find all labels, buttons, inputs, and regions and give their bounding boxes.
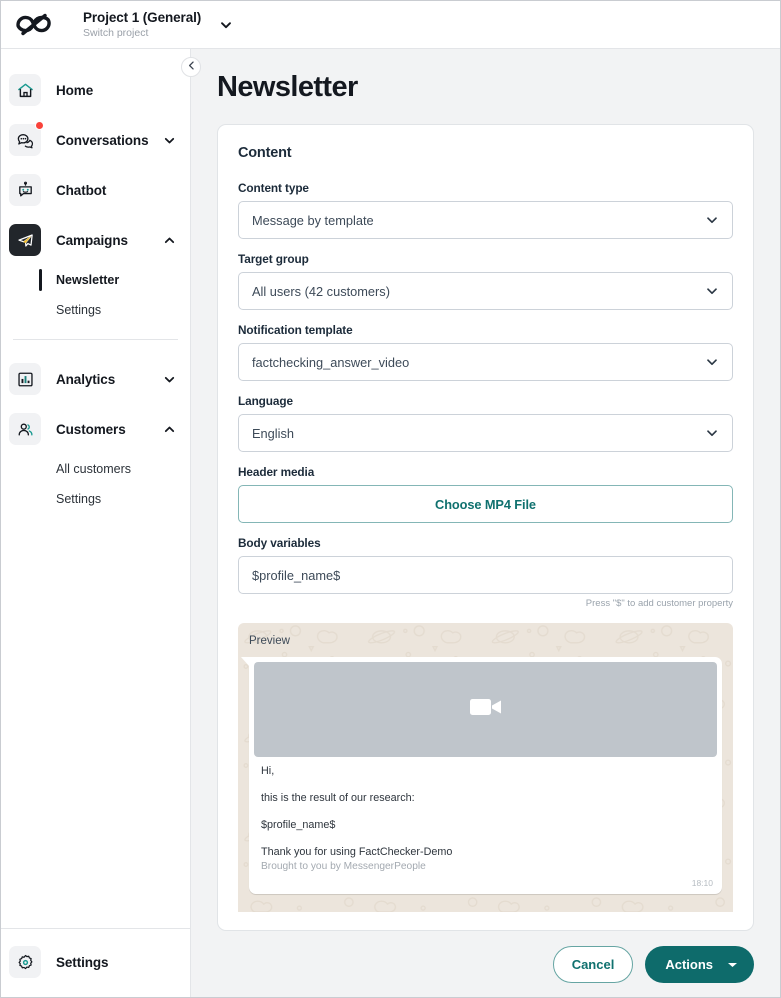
field-body-variables: Body variables Press "$" to add customer… — [238, 536, 733, 609]
sidebar: Home Conversations Chatbot Campaigns New… — [1, 49, 201, 997]
preview-line: Thank you for using FactChecker-Demo — [261, 846, 453, 858]
chevron-down-icon — [705, 213, 719, 227]
subnav-label: Settings — [56, 303, 102, 317]
field-label: Header media — [238, 465, 315, 479]
field-language: Language English — [238, 394, 733, 452]
field-target-group: Target group All users (42 customers) — [238, 252, 733, 310]
sidebar-item-label: Analytics — [56, 371, 116, 387]
sidebar-item-label: Conversations — [56, 132, 149, 148]
notification-template-select[interactable]: factchecking_answer_video — [238, 343, 733, 381]
actions-button-label: Actions — [665, 957, 713, 972]
chevron-up-icon[interactable] — [163, 234, 176, 247]
paper-plane-icon — [9, 224, 41, 256]
sidebar-item-label: Settings — [56, 954, 109, 970]
sidebar-item-label: Chatbot — [56, 182, 107, 198]
preview-label: Preview — [249, 635, 290, 647]
subnav-label: Newsletter — [56, 273, 120, 287]
select-value: English — [252, 425, 294, 441]
sidebar-item-label: Customers — [56, 421, 126, 437]
body-variables-hint: Press "$" to add customer property — [585, 598, 733, 609]
main-content: Newsletter Content Content type Message … — [191, 49, 780, 997]
sidebar-footer: Settings — [1, 928, 190, 997]
campaigns-subnav: Newsletter Settings — [1, 265, 190, 325]
field-label: Notification template — [238, 323, 353, 337]
select-value: All users (42 customers) — [252, 283, 390, 299]
subnav-label: Settings — [56, 492, 102, 506]
chevron-down-icon — [705, 284, 719, 298]
subnav-label: All customers — [56, 462, 132, 476]
main-scroll-area: Newsletter Content Content type Message … — [191, 49, 780, 933]
actions-button[interactable]: Actions — [645, 946, 754, 983]
card-title: Content — [238, 145, 292, 161]
chevron-down-icon — [705, 426, 719, 440]
project-title: Project 1 (General) — [83, 10, 202, 25]
customers-icon — [9, 413, 41, 445]
page-title: Newsletter — [217, 71, 358, 103]
choose-mp4-file-button[interactable]: Choose MP4 File — [238, 485, 733, 523]
preview-message-bubble: Hi, this is the result of our research: … — [241, 657, 722, 894]
sidebar-item-customers-settings[interactable]: Settings — [1, 484, 190, 514]
preview-footer-text: Brought to you by MessengerPeople — [261, 861, 426, 872]
message-preview-panel: Preview Hi, this is the result of our re… — [238, 623, 733, 912]
field-content-type: Content type Message by template — [238, 181, 733, 239]
field-label: Body variables — [238, 536, 321, 550]
sidebar-item-conversations[interactable]: Conversations — [1, 115, 190, 165]
field-label: Language — [238, 394, 293, 408]
preview-line: $profile_name$ — [261, 819, 336, 831]
sidebar-item-campaigns[interactable]: Campaigns — [1, 215, 190, 265]
sidebar-item-home[interactable]: Home — [1, 65, 190, 115]
caret-down-icon — [727, 957, 738, 972]
chevron-down-icon[interactable] — [219, 18, 233, 32]
select-value: factchecking_answer_video — [252, 354, 410, 370]
sidebar-divider — [13, 339, 178, 340]
messengerpeople-logo-icon — [11, 10, 69, 40]
footer-actions-bar: Cancel Actions — [191, 933, 780, 997]
select-value: Message by template — [252, 212, 374, 228]
chevron-left-icon — [186, 58, 197, 76]
chevron-up-icon[interactable] — [163, 423, 176, 436]
project-subtitle: Switch project — [83, 27, 149, 39]
home-icon — [9, 74, 41, 106]
project-switcher[interactable]: Project 1 (General) Switch project — [83, 10, 201, 39]
field-label: Target group — [238, 252, 309, 266]
sidebar-item-settings[interactable]: Settings — [1, 937, 190, 987]
cancel-button[interactable]: Cancel — [552, 946, 634, 983]
chevron-down-icon[interactable] — [163, 373, 176, 386]
sidebar-collapse-button[interactable] — [181, 57, 201, 77]
chevron-down-icon — [705, 355, 719, 369]
body-variables-input[interactable] — [238, 556, 733, 594]
customers-subnav: All customers Settings — [1, 454, 190, 514]
gear-icon — [9, 946, 41, 978]
sidebar-item-customers[interactable]: Customers — [1, 404, 190, 454]
preview-line: Hi, — [261, 765, 275, 777]
sidebar-item-newsletter[interactable]: Newsletter — [1, 265, 190, 295]
chevron-down-icon[interactable] — [163, 134, 176, 147]
preview-timestamp: 18:10 — [691, 878, 713, 888]
body-split: Home Conversations Chatbot Campaigns New… — [1, 49, 780, 997]
sidebar-nav: Home Conversations Chatbot Campaigns New… — [1, 49, 190, 928]
field-label: Content type — [238, 181, 309, 195]
sidebar-item-all-customers[interactable]: All customers — [1, 454, 190, 484]
bar-chart-icon — [9, 363, 41, 395]
preview-line: this is the result of our research: — [261, 792, 415, 804]
field-header-media: Header media Choose MP4 File — [238, 465, 733, 523]
language-select[interactable]: English — [238, 414, 733, 452]
top-bar: Project 1 (General) Switch project — [1, 1, 780, 49]
sidebar-item-campaigns-settings[interactable]: Settings — [1, 295, 190, 325]
notification-badge — [35, 121, 44, 130]
chatbot-icon — [9, 174, 41, 206]
sidebar-item-analytics[interactable]: Analytics — [1, 354, 190, 404]
sidebar-item-label: Home — [56, 82, 94, 98]
sidebar-item-chatbot[interactable]: Chatbot — [1, 165, 190, 215]
content-card: Content Content type Message by template — [217, 124, 754, 931]
field-notification-template: Notification template factchecking_answe… — [238, 323, 733, 381]
video-camera-icon — [468, 694, 504, 725]
preview-video-thumbnail — [254, 662, 717, 757]
content-type-select[interactable]: Message by template — [238, 201, 733, 239]
conversations-icon — [9, 121, 44, 156]
preview-message-body: Hi, this is the result of our research: … — [254, 757, 717, 878]
target-group-select[interactable]: All users (42 customers) — [238, 272, 733, 310]
app-window: Project 1 (General) Switch project Home … — [0, 0, 781, 998]
sidebar-item-label: Campaigns — [56, 232, 128, 248]
